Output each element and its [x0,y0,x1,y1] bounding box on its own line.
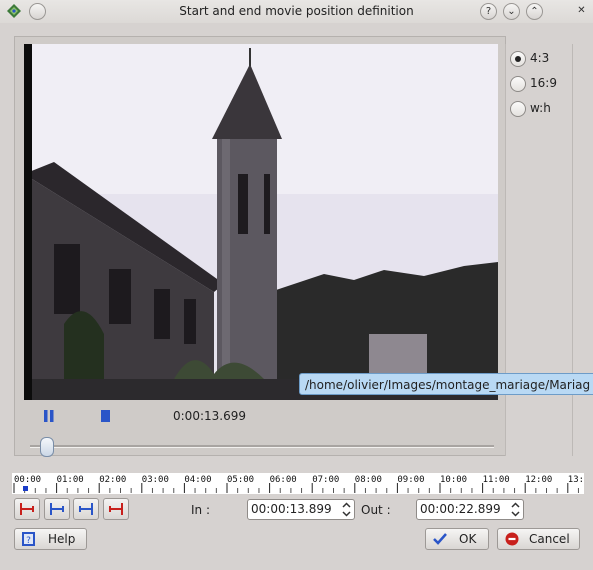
spin-arrows-icon[interactable] [342,502,351,517]
radio-4-3[interactable] [510,51,526,67]
in-label: In : [191,503,211,517]
go-end-icon [79,503,93,515]
timeline-tick-label: 04:00 [184,475,211,485]
checkmark-icon [433,533,447,545]
timeline-ruler[interactable]: 00:00 01:00 02:00 03:00 04:00 05:00 06:00 07:00… [12,473,584,494]
timeline-tick-label: 09:00 [397,475,424,485]
go-start-button[interactable] [44,498,70,520]
spin-arrows-icon[interactable] [511,502,520,517]
set-start-button[interactable] [14,498,40,520]
in-time-spinbox[interactable]: 00:00:13.899 [247,499,355,520]
ok-button[interactable]: OK [425,528,489,550]
ok-button-label: OK [459,532,477,546]
timeline-tick-label: 03:00 [142,475,169,485]
out-label: Out : [361,503,391,517]
cancel-button-label: Cancel [529,532,570,546]
aspect-ratio-16-9-label: 16:9 [530,76,557,90]
go-end-button[interactable] [73,498,99,520]
video-frame-image [24,44,498,400]
position-slider[interactable] [30,445,494,448]
video-preview[interactable] [24,44,498,400]
timeline-tick-label: 12:00 [525,475,552,485]
pause-icon[interactable] [42,409,56,423]
aspect-ratio-4-3-label: 4:3 [530,51,550,65]
set-end-button[interactable] [103,498,129,520]
minimize-button[interactable]: ⌄ [503,3,520,20]
in-time-value: 00:00:13.899 [251,502,332,516]
timeline-tick-label: 10:00 [440,475,467,485]
aspect-ratio-w-h-label: w:h [530,101,551,115]
timeline-current-marker [23,486,28,491]
timeline-tick-label: 13:0 [568,475,584,485]
timeline-tick-label: 11:00 [483,475,510,485]
timeline-tick-label: 02:00 [99,475,126,485]
maximize-button[interactable]: ⌃ [526,3,543,20]
cancel-button[interactable]: Cancel [497,528,580,550]
help-button-label: Help [48,532,76,546]
help-button[interactable]: ? Help [14,528,87,550]
out-time-value: 00:00:22.899 [420,502,501,516]
title-bar: Start and end movie position definition … [0,0,593,23]
timeline-tick-label: 06:00 [270,475,297,485]
timeline-tick-label: 07:00 [312,475,339,485]
file-path-tooltip: /home/olivier/Images/montage_mariage/Mar… [299,373,593,395]
cancel-icon [505,532,519,546]
radio-16-9[interactable] [510,76,526,92]
timeline-tick-label: 05:00 [227,475,254,485]
svg-text:?: ? [26,536,31,546]
radio-w-h[interactable] [510,101,526,117]
timeline-ticks: 00:00 01:00 02:00 03:00 04:00 05:00 06:00 07:00… [13,475,584,493]
go-start-icon [50,503,64,515]
set-start-icon [20,503,34,515]
stop-icon[interactable] [99,409,113,423]
timeline-tick-label: 08:00 [355,475,382,485]
current-time: 0:00:13.699 [173,409,246,423]
timeline-tick-label: 01:00 [57,475,84,485]
set-end-icon [109,503,123,515]
help-title-button[interactable]: ? [480,3,497,20]
timeline-tick-label: 00:00 [14,475,41,485]
out-time-spinbox[interactable]: 00:00:22.899 [416,499,524,520]
position-slider-handle[interactable] [40,437,54,457]
help-book-icon: ? [22,532,35,546]
close-button[interactable]: ✕ [574,3,589,18]
